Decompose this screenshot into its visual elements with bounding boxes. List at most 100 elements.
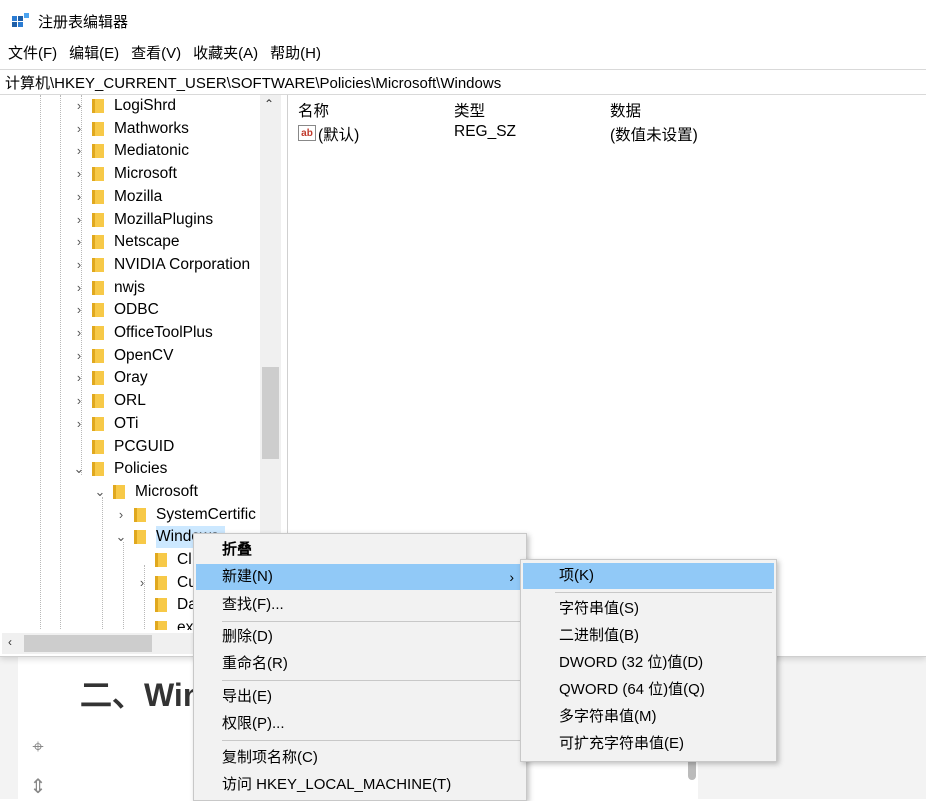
menu-help[interactable]: 帮助(H)	[264, 42, 327, 66]
title-bar[interactable]: 注册表编辑器	[0, 0, 926, 40]
expand-chevron-icon[interactable]: ›	[72, 367, 86, 389]
tree-item-label: Mozilla	[114, 187, 163, 205]
expand-chevron-icon[interactable]: ›	[72, 277, 86, 299]
expand-chevron-icon[interactable]: ›	[72, 254, 86, 276]
menu-delete[interactable]: 删除(D)	[196, 624, 524, 650]
tree-item[interactable]: › Oray	[72, 367, 258, 389]
menu-favorites[interactable]: 收藏夹(A)	[187, 42, 264, 66]
tree-item-label: Netscape	[114, 233, 180, 251]
menu-file[interactable]: 文件(F)	[0, 42, 63, 66]
folder-icon	[92, 144, 104, 159]
expand-chevron-icon[interactable]: ›	[72, 186, 86, 208]
submenu-multi-string-value[interactable]: 多字符串值(M)	[523, 704, 774, 730]
tree-item[interactable]: › Mathworks	[72, 118, 258, 140]
tree-item[interactable]: › NVIDIA Corporation	[72, 254, 258, 276]
tree-item[interactable]: › OfficeToolPlus	[72, 322, 258, 344]
expand-chevron-icon[interactable]: ›	[72, 322, 86, 344]
menu-new[interactable]: 新建(N) ›	[196, 564, 524, 590]
menu-export[interactable]: 导出(E)	[196, 684, 524, 710]
column-data-header[interactable]: 数据	[610, 99, 641, 121]
scroll-up-icon[interactable]: ⌃	[264, 97, 274, 111]
expand-chevron-icon[interactable]: ⌄	[72, 458, 86, 480]
folder-icon	[92, 121, 104, 136]
tree-item[interactable]: › MozillaPlugins	[72, 209, 258, 231]
value-type[interactable]: REG_SZ	[454, 123, 516, 141]
tree-item[interactable]: › Mediatonic	[72, 140, 258, 162]
scroll-left-icon[interactable]: ‹	[8, 635, 12, 649]
address-path[interactable]: 计算机\HKEY_CURRENT_USER\SOFTWARE\Policies\…	[5, 72, 501, 93]
submenu-separator	[555, 592, 772, 593]
tree-item[interactable]: ⌄ Microsoft	[93, 481, 258, 503]
tree-item-label: Oray	[114, 369, 148, 387]
menu-permissions[interactable]: 权限(P)...	[196, 711, 524, 737]
menu-separator	[222, 740, 522, 741]
expand-chevron-icon[interactable]: ›	[72, 163, 86, 185]
string-value-icon: ab	[298, 125, 316, 141]
menu-copy-key-name[interactable]: 复制项名称(C)	[196, 745, 524, 771]
tree-item-label: NVIDIA Corporation	[114, 255, 251, 273]
expand-chevron-icon[interactable]: ›	[72, 231, 86, 253]
tree-item[interactable]: › Netscape	[72, 231, 258, 253]
tree-item-label: Cl	[177, 551, 192, 568]
expand-chevron-icon[interactable]: ›	[72, 118, 86, 140]
expand-chevron-icon[interactable]: ›	[72, 390, 86, 412]
submenu-binary-value[interactable]: 二进制值(B)	[523, 623, 774, 649]
menu-edit[interactable]: 编辑(E)	[63, 42, 125, 66]
expand-chevron-icon[interactable]: ›	[72, 209, 86, 231]
crosshair-icon[interactable]: ⌖	[27, 736, 49, 758]
menu-collapse[interactable]: 折叠	[196, 537, 524, 563]
scroll-thumb-horizontal[interactable]	[24, 635, 152, 652]
expand-chevron-icon[interactable]: ›	[72, 345, 86, 367]
tree-guide	[123, 542, 124, 630]
expand-chevron-icon[interactable]: ›	[135, 572, 149, 594]
menu-view[interactable]: 查看(V)	[125, 42, 187, 66]
tree-item[interactable]: › ODBC	[72, 299, 258, 321]
tree-item-label: Mathworks	[114, 119, 189, 137]
tree-item[interactable]: PCGUID	[72, 436, 258, 458]
tree-item[interactable]: › Mozilla	[72, 186, 258, 208]
expand-chevron-icon[interactable]: ›	[72, 140, 86, 162]
submenu-qword-value[interactable]: QWORD (64 位)值(Q)	[523, 677, 774, 703]
tree-item[interactable]: › OTi	[72, 413, 258, 435]
tree-item-label: OfficeToolPlus	[114, 324, 213, 341]
tree-item[interactable]: ⌄ Policies	[72, 458, 258, 480]
value-data[interactable]: (数值未设置)	[610, 123, 698, 145]
menu-rename[interactable]: 重命名(R)	[196, 651, 524, 677]
folder-icon	[113, 484, 125, 499]
tree-guide	[60, 95, 61, 630]
tree-item[interactable]: › OpenCV	[72, 345, 258, 367]
submenu-key[interactable]: 项(K)	[523, 563, 774, 589]
column-type-header[interactable]: 类型	[454, 99, 485, 121]
tree-item-label: Microsoft	[114, 165, 177, 183]
scroll-thumb[interactable]	[262, 367, 279, 459]
tree-item[interactable]: › Microsoft	[72, 163, 258, 185]
menu-find[interactable]: 查找(F)...	[196, 592, 524, 618]
tree-item-label: Mediatonic	[114, 142, 189, 160]
tree-item[interactable]: › ORL	[72, 390, 258, 412]
expand-chevron-icon[interactable]: ⌄	[93, 481, 107, 503]
tree-item[interactable]: › SystemCertific	[114, 504, 258, 526]
folder-icon	[92, 99, 104, 113]
menu-goto-hklm[interactable]: 访问 HKEY_LOCAL_MACHINE(T)	[196, 772, 524, 798]
column-name-header[interactable]: 名称	[298, 99, 329, 121]
tree-item[interactable]: › LogiShrd	[72, 95, 258, 117]
expand-chevron-icon[interactable]: ›	[72, 95, 86, 117]
submenu-expandable-string-value[interactable]: 可扩充字符串值(E)	[523, 731, 774, 757]
tree-item-label: Microsoft	[135, 482, 198, 500]
tree-item-label: ex	[177, 619, 194, 630]
expand-chevron-icon[interactable]: ›	[72, 299, 86, 321]
submenu-string-value[interactable]: 字符串值(S)	[523, 596, 774, 622]
tree-item-label: OpenCV	[114, 346, 174, 364]
expand-icon[interactable]: ⇕	[27, 776, 49, 798]
expand-chevron-icon[interactable]: ›	[72, 413, 86, 435]
expand-chevron-icon[interactable]: ⌄	[114, 526, 128, 548]
value-name[interactable]: (默认)	[318, 123, 359, 145]
folder-icon	[92, 348, 104, 363]
address-bar[interactable]: 计算机\HKEY_CURRENT_USER\SOFTWARE\Policies\…	[0, 69, 926, 95]
tree-item-label: LogiShrd	[114, 97, 177, 114]
submenu-dword-value[interactable]: DWORD (32 位)值(D)	[523, 650, 774, 676]
menu-separator	[222, 680, 522, 681]
tree-item[interactable]: › nwjs	[72, 277, 258, 299]
folder-icon	[92, 257, 104, 272]
expand-chevron-icon[interactable]: ›	[114, 504, 128, 526]
